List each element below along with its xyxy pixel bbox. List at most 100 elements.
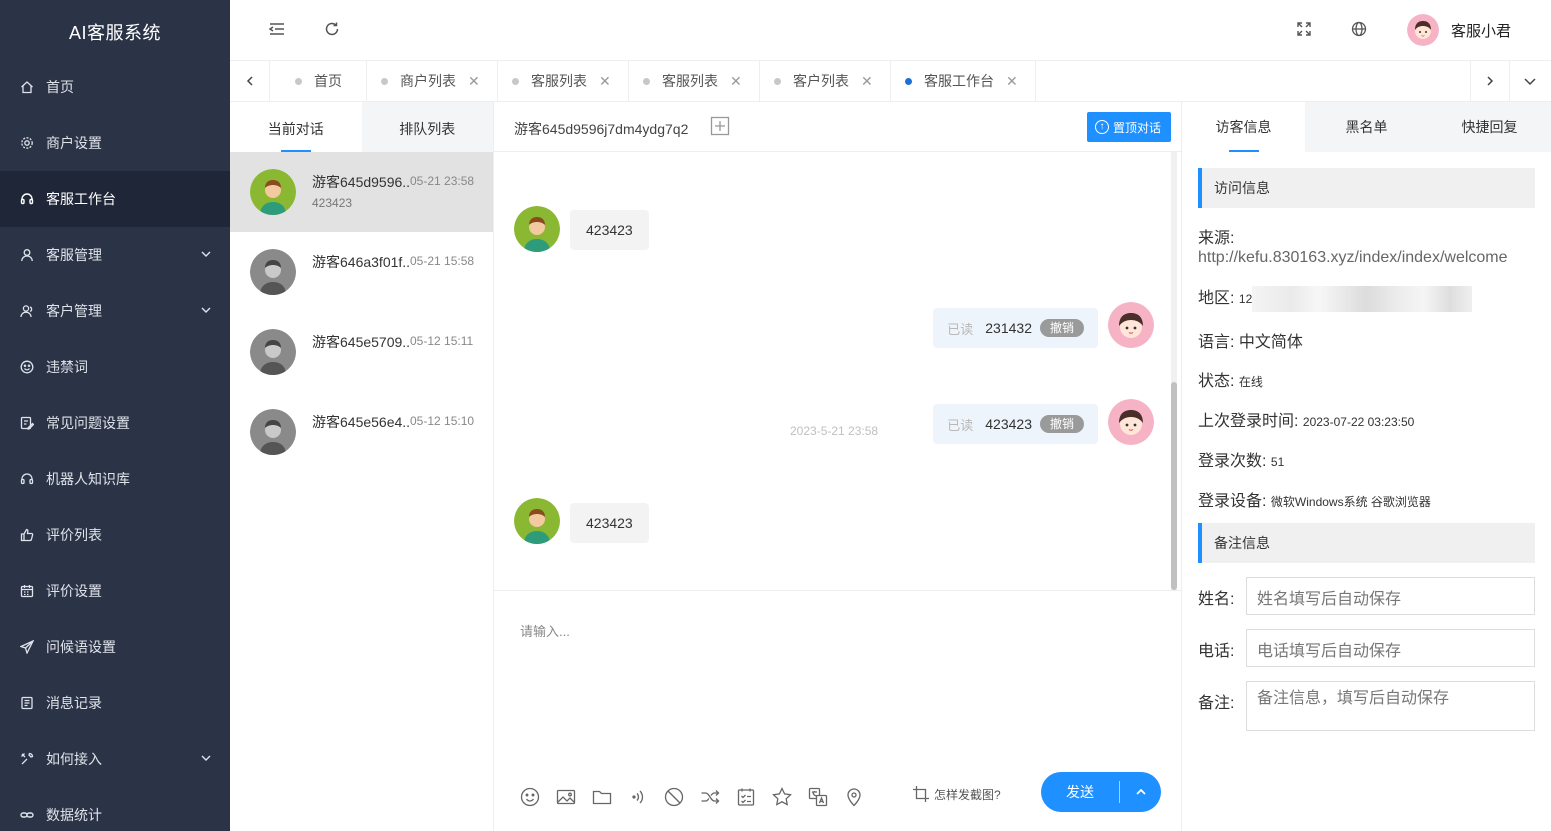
pin-conversation-button[interactable]: ↑ 置顶对话 [1086, 112, 1171, 142]
chat-title: 游客645d9596j7dm4ydg7q2 [514, 121, 689, 137]
sidebar-item-label: 数据统计 [46, 807, 102, 823]
link-icon [20, 808, 34, 822]
tab-current-conversations[interactable]: 当前对话 [230, 102, 362, 152]
conversation-item[interactable]: 游客645e56e4.. 05-12 15:10 [230, 392, 493, 472]
conversation-item[interactable]: 游客645d9596.. 05-21 23:58 423423 [230, 152, 493, 232]
sidebar-item-label: 商户设置 [46, 135, 102, 151]
screenshot-help-link[interactable]: 怎样发截图? [912, 785, 1001, 803]
smile-icon [20, 360, 34, 374]
tab-customer-list[interactable]: 客户列表 ✕ [760, 61, 891, 101]
recall-button[interactable]: 撤销 [1039, 415, 1084, 433]
chevron-up-icon[interactable] [1120, 786, 1161, 798]
close-icon[interactable]: ✕ [861, 73, 873, 90]
message-scrollbar[interactable] [1171, 152, 1177, 590]
close-icon[interactable]: ✕ [599, 73, 611, 90]
voice-icon[interactable] [620, 785, 656, 809]
tab-agent-list-2[interactable]: 客服列表 ✕ [629, 61, 760, 101]
region-row: 地区: 12 [1198, 284, 1473, 312]
close-icon[interactable]: ✕ [1006, 73, 1018, 90]
sidebar-item-robot-kb[interactable]: 机器人知识库 [0, 451, 230, 507]
conversation-tabs: 当前对话 排队列表 [230, 102, 493, 152]
user-icon [20, 248, 34, 262]
sidebar-item-review-list[interactable]: 评价列表 [0, 507, 230, 563]
sidebar-item-customer-management[interactable]: 客户管理 [0, 283, 230, 339]
send-label: 发送 [1066, 784, 1094, 800]
conversation-item[interactable]: 游客646a3f01f.. 05-21 15:58 [230, 232, 493, 312]
calendar-icon [20, 584, 34, 598]
globe-icon[interactable] [1350, 20, 1368, 38]
chevron-down-icon [1524, 78, 1536, 86]
sidebar-item-message-records[interactable]: 消息记录 [0, 675, 230, 731]
block-icon[interactable] [656, 785, 692, 809]
close-icon[interactable]: ✕ [730, 73, 742, 90]
sidebar-item-label: 客服工作台 [46, 191, 116, 207]
visitor-avatar [250, 169, 296, 215]
menu-fold-icon[interactable] [268, 20, 286, 38]
tabs-dropdown-button[interactable] [1510, 61, 1550, 101]
sidebar-item-merchant-settings[interactable]: 商户设置 [0, 115, 230, 171]
phone-field[interactable]: 电话填写后自动保存 [1246, 629, 1535, 667]
chevron-left-icon [246, 76, 253, 86]
tab-dot [905, 77, 912, 85]
tabs-scroll-left-button[interactable] [230, 61, 270, 101]
status-value: 在线 [1238, 375, 1263, 389]
translate-icon[interactable] [800, 785, 836, 809]
chevron-right-icon [1487, 76, 1494, 86]
tab-visitor-info[interactable]: 访客信息 [1182, 102, 1305, 152]
sidebar-item-label: 首页 [46, 79, 74, 95]
read-status: 已读 [947, 321, 974, 337]
conversation-name: 游客645e56e4.. [312, 414, 411, 430]
remark-field[interactable]: 备注信息，填写后自动保存 [1246, 681, 1535, 731]
redacted-region [1252, 285, 1473, 312]
send-button[interactable]: 发送 [1041, 772, 1161, 812]
device-value: 微软Windows系统 谷歌浏览器 [1270, 495, 1431, 509]
sidebar-item-data-statistics[interactable]: 数据统计 [0, 787, 230, 831]
transfer-icon[interactable] [692, 785, 728, 809]
sidebar-item-agent-management[interactable]: 客服管理 [0, 227, 230, 283]
folder-icon[interactable] [584, 785, 620, 809]
tab-workbench[interactable]: 客服工作台 ✕ [891, 61, 1036, 101]
tab-queue-list[interactable]: 排队列表 [362, 102, 494, 152]
location-icon[interactable] [836, 785, 872, 809]
name-field[interactable]: 姓名填写后自动保存 [1246, 577, 1535, 615]
sidebar-item-label: 评价设置 [46, 583, 102, 599]
fullscreen-icon[interactable] [1295, 20, 1313, 38]
user-name: 客服小君 [1450, 22, 1511, 40]
tab-label: 商户列表 [400, 73, 456, 89]
sidebar-item-how-to-integrate[interactable]: 如何接入 [0, 731, 230, 787]
tab-blacklist[interactable]: 黑名单 [1305, 102, 1428, 152]
sidebar-item-label: 常见问题设置 [46, 415, 130, 431]
tab-home[interactable]: 首页 [271, 61, 367, 101]
tabs-scroll-right-button[interactable] [1470, 61, 1510, 101]
home-icon [20, 80, 34, 94]
sidebar-item-banned-words[interactable]: 违禁词 [0, 339, 230, 395]
plus-square-icon[interactable] [710, 116, 730, 136]
sidebar-item-workbench[interactable]: 客服工作台 [0, 171, 230, 227]
emoji-icon[interactable] [512, 785, 548, 809]
star-icon[interactable] [764, 785, 800, 809]
language-value: 中文简体 [1238, 334, 1303, 351]
tab-dot [774, 77, 781, 85]
sidebar-item-greeting-settings[interactable]: 问候语设置 [0, 619, 230, 675]
scrollbar-thumb[interactable] [1171, 382, 1177, 590]
avatar [1406, 14, 1439, 46]
refresh-icon[interactable] [323, 20, 341, 38]
close-icon[interactable]: ✕ [468, 73, 480, 90]
tab-dot [295, 77, 302, 85]
conversation-time: 05-21 15:58 [410, 254, 475, 268]
phone-label: 电话: [1198, 643, 1235, 660]
sidebar-item-home[interactable]: 首页 [0, 59, 230, 115]
tab-quick-reply[interactable]: 快捷回复 [1428, 102, 1551, 152]
user-menu[interactable]: 客服小君 [1406, 14, 1511, 46]
tab-agent-list[interactable]: 客服列表 ✕ [498, 61, 629, 101]
message-input[interactable]: 请输入... [520, 621, 570, 640]
tab-merchant-list[interactable]: 商户列表 ✕ [367, 61, 498, 101]
source-label: 来源: [1198, 230, 1235, 247]
recall-button[interactable]: 撤销 [1039, 319, 1084, 337]
device-label: 登录设备: [1198, 493, 1267, 510]
conversation-item[interactable]: 游客645e5709.. 05-12 15:11 [230, 312, 493, 392]
sidebar-item-review-settings[interactable]: 评价设置 [0, 563, 230, 619]
survey-icon[interactable] [728, 785, 764, 809]
image-icon[interactable] [548, 785, 584, 809]
sidebar-item-faq-settings[interactable]: 常见问题设置 [0, 395, 230, 451]
